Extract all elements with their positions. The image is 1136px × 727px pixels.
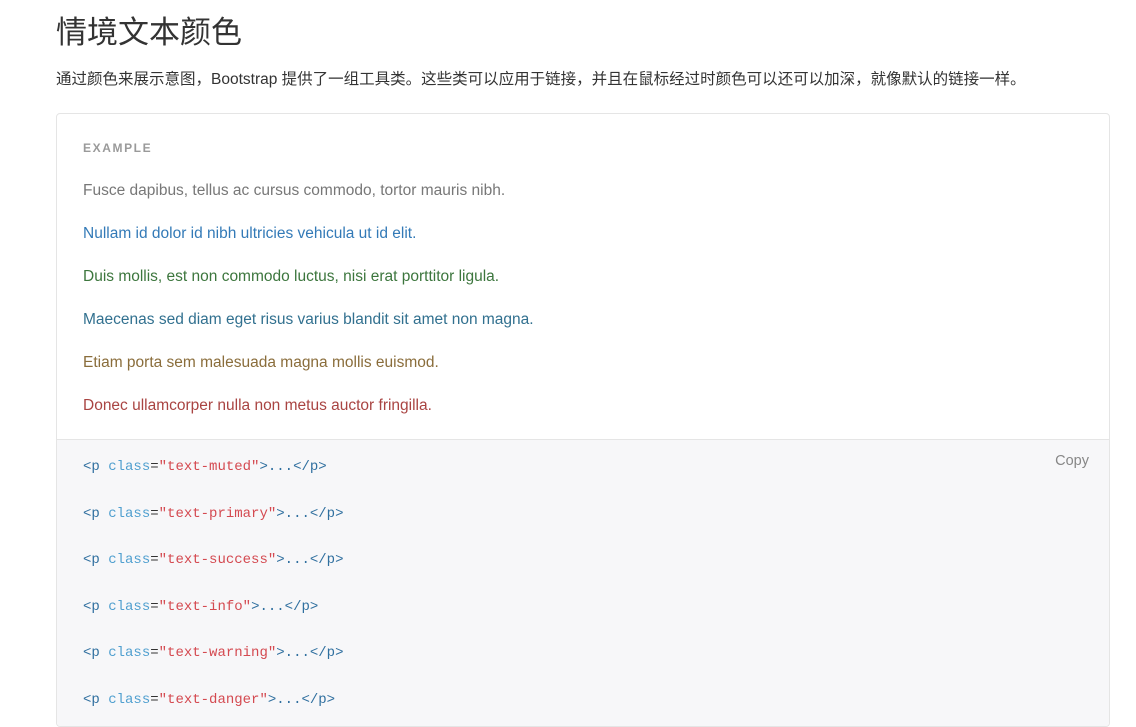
example-preview-area: EXAMPLE Fusce dapibus, tellus ac cursus …	[57, 114, 1109, 439]
code-token-tag: <p	[83, 598, 109, 615]
code-token-value: "text-muted"	[158, 459, 260, 476]
code-line: <p class="text-info">...</p>	[83, 596, 1093, 619]
demo-paragraph-warning: Etiam porta sem malesuada magna mollis e…	[83, 354, 439, 372]
code-token-tag: <p	[83, 505, 109, 522]
demo-paragraph-success: Duis mollis, est non commodo luctus, nis…	[83, 268, 500, 286]
code-token-attr: class	[108, 459, 151, 476]
code-token-tagclose: >...</p>	[276, 505, 344, 522]
code-token-eq: =	[150, 692, 159, 709]
code-token-attr: class	[108, 552, 151, 569]
code-token-attr: class	[108, 645, 151, 662]
code-line: <p class="text-muted">...</p>	[83, 456, 1093, 479]
code-token-tagclose: >...</p>	[259, 459, 327, 476]
code-token-eq: =	[150, 505, 159, 522]
code-token-eq: =	[150, 552, 159, 569]
code-token-tag: <p	[83, 459, 109, 476]
page-container: 情境文本颜色 通过颜色来展示意图，Bootstrap 提供了一组工具类。这些类可…	[0, 0, 1136, 727]
code-token-tagclose: >...</p>	[276, 645, 344, 662]
code-line: <p class="text-warning">...</p>	[83, 642, 1093, 665]
code-token-tag: <p	[83, 552, 109, 569]
example-label: EXAMPLE	[83, 141, 153, 156]
code-snippet: <p class="text-muted">...</p> <p class="…	[83, 456, 1093, 712]
code-token-eq: =	[150, 459, 159, 476]
demo-paragraph-muted: Fusce dapibus, tellus ac cursus commodo,…	[83, 182, 506, 200]
code-token-eq: =	[150, 645, 159, 662]
demo-paragraph-info: Maecenas sed diam eget risus varius blan…	[83, 311, 534, 329]
code-token-eq: =	[150, 598, 159, 615]
code-token-tag: <p	[83, 645, 109, 662]
demo-paragraph-primary: Nullam id dolor id nibh ultricies vehicu…	[83, 225, 417, 243]
code-line: <p class="text-success">...</p>	[83, 549, 1093, 572]
code-token-attr: class	[108, 598, 151, 615]
page-title: 情境文本颜色	[56, 15, 242, 50]
code-token-value: "text-warning"	[158, 645, 277, 662]
code-token-value: "text-primary"	[158, 505, 277, 522]
page-description: 通过颜色来展示意图，Bootstrap 提供了一组工具类。这些类可以应用于链接，…	[56, 71, 1026, 89]
code-token-tagclose: >...</p>	[267, 692, 336, 709]
code-token-tag: <p	[83, 692, 109, 709]
copy-button[interactable]: Copy	[1049, 450, 1095, 473]
code-token-value: "text-danger"	[158, 692, 268, 709]
code-token-tagclose: >...</p>	[276, 552, 344, 569]
code-token-attr: class	[108, 692, 151, 709]
demo-paragraph-danger: Donec ullamcorper nulla non metus auctor…	[83, 397, 432, 415]
code-line: <p class="text-danger">...</p>	[83, 689, 1093, 712]
code-token-attr: class	[108, 505, 151, 522]
code-token-value: "text-info"	[158, 598, 252, 615]
code-block: Copy <p class="text-muted">...</p> <p cl…	[57, 439, 1109, 727]
code-line: <p class="text-primary">...</p>	[83, 503, 1093, 526]
example-panel: EXAMPLE Fusce dapibus, tellus ac cursus …	[56, 113, 1110, 727]
code-token-tagclose: >...</p>	[251, 598, 319, 615]
code-token-value: "text-success"	[158, 552, 277, 569]
